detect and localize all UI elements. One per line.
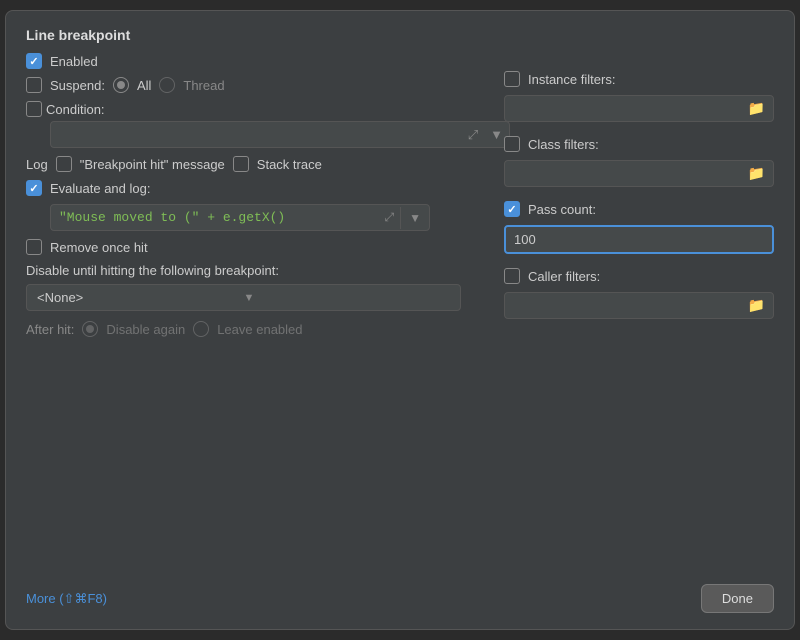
disable-again-label: Disable again (106, 322, 185, 337)
after-hit-label: After hit: (26, 322, 74, 337)
stack-trace-checkbox[interactable] (233, 156, 249, 172)
enabled-checkbox[interactable] (26, 53, 42, 69)
class-filters-label: Class filters: (528, 137, 599, 152)
pass-count-label: Pass count: (528, 202, 596, 217)
more-link[interactable]: More (⇧⌘F8) (26, 591, 107, 607)
dialog-title: Line breakpoint (26, 27, 774, 43)
stack-trace-label: Stack trace (257, 157, 322, 172)
folder-icon: 📁 (740, 96, 773, 121)
expand-icon-2: ⤢ (385, 210, 395, 225)
dropdown-value: <None> (37, 290, 244, 305)
suspend-all-radio[interactable] (113, 77, 129, 93)
log-label: Log (26, 157, 48, 172)
suspend-all-label: All (137, 78, 151, 93)
right-panel: Instance filters: 📁 Class filters: 📁 Pas… (504, 71, 774, 327)
caller-filters-checkbox[interactable] (504, 268, 520, 284)
evaluate-label: Evaluate and log: (50, 181, 150, 196)
suspend-checkbox[interactable] (26, 77, 42, 93)
evaluate-input-wrapper: ⤢ ▼ (50, 204, 430, 231)
caller-filters-label: Caller filters: (528, 269, 600, 284)
bottom-bar: More (⇧⌘F8) Done (26, 584, 774, 613)
evaluate-expand-btn[interactable]: ⤢ (379, 206, 401, 229)
folder-icon-2: 📁 (740, 161, 773, 186)
condition-input[interactable] (51, 122, 462, 147)
line-breakpoint-dialog: Line breakpoint Enabled Suspend: All Thr… (5, 10, 795, 630)
condition-expand-btn[interactable]: ⤢ (462, 123, 484, 147)
class-filters-row: Class filters: (504, 136, 774, 152)
expand-icon: ⤢ (468, 127, 478, 143)
enabled-label: Enabled (50, 54, 98, 69)
dropdown-arrow-icon: ▼ (244, 292, 451, 304)
chevron-down-icon: ▼ (490, 127, 503, 142)
evaluate-dropdown-btn[interactable]: ▼ (400, 207, 429, 229)
condition-input-wrapper: ⤢ ▼ (50, 121, 510, 148)
caller-filters-input[interactable] (505, 293, 740, 318)
leave-enabled-label: Leave enabled (217, 322, 302, 337)
done-button[interactable]: Done (701, 584, 774, 613)
instance-filters-input-wrapper: 📁 (504, 95, 774, 122)
instance-filters-label: Instance filters: (528, 72, 615, 87)
breakpoint-hit-checkbox[interactable] (56, 156, 72, 172)
suspend-label: Suspend: (50, 78, 105, 93)
condition-checkbox[interactable] (26, 101, 42, 117)
instance-filters-input[interactable] (505, 96, 740, 121)
disable-again-radio[interactable] (82, 321, 98, 337)
disable-until-dropdown[interactable]: <None> ▼ (26, 284, 461, 311)
pass-count-row: Pass count: (504, 201, 774, 217)
evaluate-checkbox[interactable] (26, 180, 42, 196)
suspend-thread-radio[interactable] (159, 77, 175, 93)
chevron-down-icon-2: ▼ (409, 211, 421, 225)
remove-once-hit-checkbox[interactable] (26, 239, 42, 255)
condition-label: Condition: (46, 102, 105, 117)
class-filters-input-wrapper: 📁 (504, 160, 774, 187)
instance-filters-checkbox[interactable] (504, 71, 520, 87)
folder-icon-3: 📁 (740, 293, 773, 318)
evaluate-input[interactable] (51, 205, 379, 230)
instance-filters-row: Instance filters: (504, 71, 774, 87)
leave-enabled-radio[interactable] (193, 321, 209, 337)
enabled-row: Enabled (26, 53, 774, 69)
class-filters-checkbox[interactable] (504, 136, 520, 152)
class-filters-input[interactable] (505, 161, 740, 186)
breakpoint-hit-label: "Breakpoint hit" message (80, 157, 225, 172)
remove-once-hit-label: Remove once hit (50, 240, 148, 255)
caller-filters-row: Caller filters: (504, 268, 774, 284)
suspend-thread-label: Thread (183, 78, 224, 93)
pass-count-checkbox[interactable] (504, 201, 520, 217)
caller-filters-input-wrapper: 📁 (504, 292, 774, 319)
pass-count-input[interactable] (504, 225, 774, 254)
